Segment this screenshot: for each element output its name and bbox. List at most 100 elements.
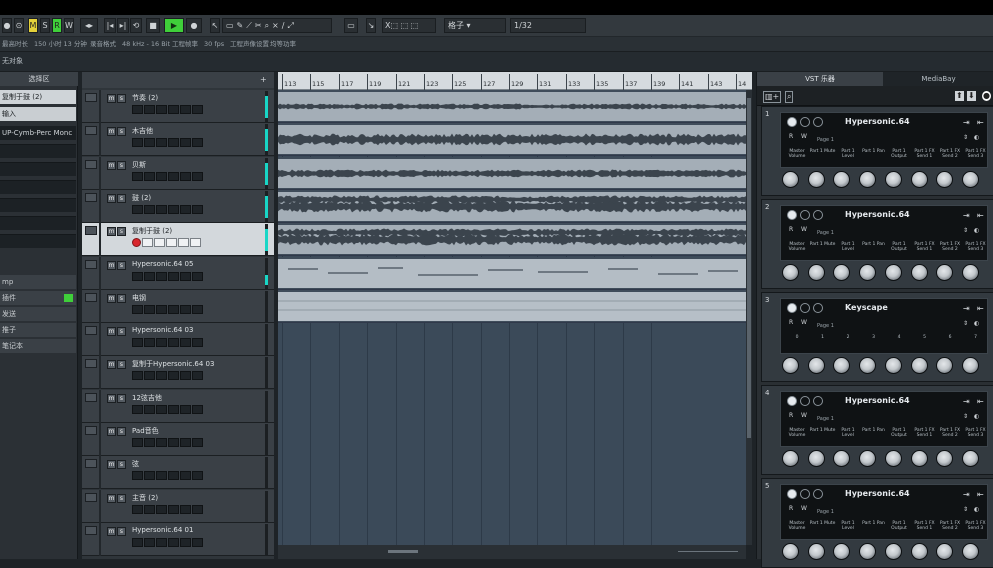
status-record-format-value[interactable]: 48 kHz - 16 Bit: [122, 37, 170, 51]
horizontal-scroll-thumb[interactable]: [388, 550, 418, 553]
edit-button[interactable]: [156, 205, 167, 214]
inspector-section-mp[interactable]: mp: [0, 275, 76, 289]
track-row[interactable]: m s Pad音色: [82, 423, 274, 456]
track-name[interactable]: 12弦吉他: [132, 393, 162, 403]
page-stepper-icon[interactable]: ⇕: [963, 412, 968, 422]
record-button[interactable]: ●: [186, 18, 202, 33]
audio-event[interactable]: [278, 125, 746, 154]
move-down-icon[interactable]: ⬇: [967, 91, 976, 101]
track-mute-button[interactable]: m: [107, 127, 116, 136]
read-automation-button[interactable]: [180, 272, 191, 281]
quick-control-knob[interactable]: [936, 543, 954, 560]
edit-instrument-icon[interactable]: [813, 396, 823, 406]
track-mute-button[interactable]: m: [107, 494, 116, 503]
track-solo-button[interactable]: s: [117, 394, 126, 403]
edit-instrument-icon[interactable]: [813, 210, 823, 220]
track-name[interactable]: 复制于Hypersonic.64 03: [132, 359, 214, 369]
track-name[interactable]: 节奏 (2): [132, 93, 158, 103]
edit-button[interactable]: [156, 505, 167, 514]
track-expand-icon[interactable]: [85, 260, 97, 269]
write-automation-button[interactable]: [192, 371, 203, 380]
inspector-slot-6[interactable]: [0, 234, 76, 248]
write-automation-button[interactable]: [190, 238, 201, 247]
quick-control-knob[interactable]: [936, 264, 954, 281]
input-icon[interactable]: ⇥: [963, 211, 970, 221]
track-solo-button[interactable]: s: [117, 227, 126, 236]
track-solo-button[interactable]: s: [117, 360, 126, 369]
quick-control-knob[interactable]: [961, 450, 979, 467]
inspector-slot-1[interactable]: [0, 144, 76, 158]
read-button[interactable]: R: [52, 18, 62, 33]
monitor-button[interactable]: [144, 172, 155, 181]
midi-icon[interactable]: R: [789, 504, 793, 514]
edit-instrument-icon[interactable]: [813, 117, 823, 127]
track-row[interactable]: ms 鼓 (2): [82, 190, 274, 223]
object-select-icon[interactable]: ↖: [210, 18, 220, 33]
monitor-button[interactable]: [144, 405, 155, 414]
track-mute-button[interactable]: m: [107, 460, 116, 469]
read-automation-button[interactable]: [180, 405, 191, 414]
track-lane[interactable]: [278, 90, 746, 123]
read-automation-button[interactable]: [180, 205, 191, 214]
track-expand-icon[interactable]: [85, 459, 97, 468]
record-enable-button[interactable]: [132, 438, 143, 447]
monitor-button[interactable]: [144, 305, 155, 314]
edit-button[interactable]: [156, 105, 167, 114]
quick-control-knob[interactable]: [833, 543, 851, 560]
grid-type-select[interactable]: 格子 ▾: [444, 18, 506, 33]
track-expand-icon[interactable]: [85, 293, 97, 302]
monitor-button[interactable]: [144, 371, 155, 380]
track-name[interactable]: 电钢: [132, 293, 146, 303]
quick-control-knob[interactable]: [936, 171, 954, 188]
track-solo-button[interactable]: s: [117, 460, 126, 469]
freeze-button[interactable]: [168, 371, 179, 380]
write-icon[interactable]: W: [801, 225, 807, 235]
track-solo-button[interactable]: s: [117, 294, 126, 303]
inspector-section-notepad[interactable]: 笔记本: [0, 339, 76, 353]
track-row[interactable]: m s 主音 (2): [82, 490, 274, 523]
monitor-button[interactable]: [144, 205, 155, 214]
track-mute-button[interactable]: m: [107, 427, 116, 436]
edit-button[interactable]: [154, 238, 165, 247]
auto-scroll-button[interactable]: ◂▸: [80, 18, 98, 33]
bypass-icon[interactable]: [800, 396, 810, 406]
lock-icon[interactable]: ◐: [974, 412, 979, 422]
write-button[interactable]: W: [64, 18, 74, 33]
instrument-slot[interactable]: 2 Hypersonic.64 ⇥ ⇤ R W Page 1 ⇕ ◐ Master Volume P…: [761, 199, 993, 289]
quick-control-knob[interactable]: [936, 357, 954, 374]
track-solo-button[interactable]: s: [117, 494, 126, 503]
edit-button[interactable]: [156, 305, 167, 314]
track-solo-button[interactable]: s: [117, 327, 126, 336]
inspector-slot-4[interactable]: [0, 198, 76, 212]
quick-control-knob[interactable]: [807, 171, 825, 188]
play-button[interactable]: ▶: [164, 18, 184, 33]
audio-event[interactable]: [278, 159, 746, 188]
track-solo-button[interactable]: s: [117, 427, 126, 436]
status-frame-rate-value[interactable]: 30 fps: [204, 37, 224, 51]
record-enable-button[interactable]: [132, 405, 143, 414]
quick-control-knob[interactable]: [961, 264, 979, 281]
track-mute-button[interactable]: m: [107, 294, 116, 303]
edit-button[interactable]: [156, 272, 167, 281]
record-enable-button[interactable]: [132, 272, 143, 281]
zoom-slider[interactable]: [678, 551, 738, 552]
rack-settings-icon[interactable]: ●: [982, 91, 991, 101]
edit-button[interactable]: [156, 538, 167, 547]
write-automation-button[interactable]: [192, 172, 203, 181]
track-lane[interactable]: [278, 123, 746, 156]
quick-control-knob[interactable]: [884, 357, 902, 374]
track-row[interactable]: m s Hypersonic.64 01: [82, 523, 274, 556]
snap-icon[interactable]: ↘: [366, 18, 376, 33]
record-enable-button[interactable]: [132, 105, 143, 114]
input-icon[interactable]: ⇥: [963, 304, 970, 314]
input-icon[interactable]: ⇥: [963, 118, 970, 128]
track-solo-button[interactable]: s: [117, 261, 126, 270]
inspector-slot-5[interactable]: [0, 216, 76, 230]
vertical-scrollbar[interactable]: [746, 90, 752, 545]
lock-icon[interactable]: ◐: [974, 319, 979, 329]
bypass-icon[interactable]: [800, 489, 810, 499]
track-row[interactable]: m s 电钢: [82, 290, 274, 323]
track-expand-icon[interactable]: [85, 326, 97, 335]
track-mute-button[interactable]: m: [107, 161, 116, 170]
monitor-button[interactable]: [144, 138, 155, 147]
